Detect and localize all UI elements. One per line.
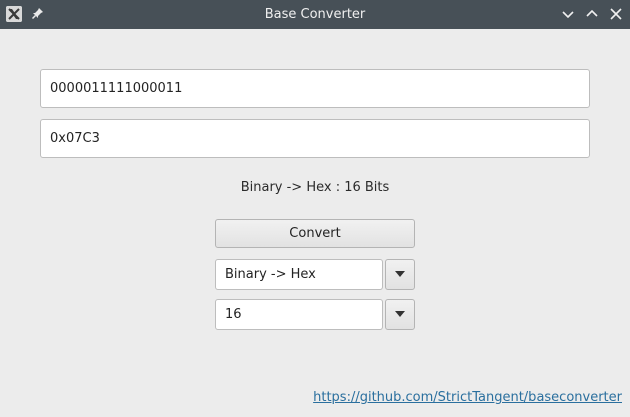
mode-dropdown-button[interactable] bbox=[385, 259, 415, 290]
binary-input[interactable]: 0000011111000011 bbox=[40, 69, 590, 108]
triangle-down-icon bbox=[395, 271, 405, 277]
mode-select[interactable]: Binary -> Hex bbox=[215, 259, 383, 290]
github-link[interactable]: https://github.com/StrictTangent/basecon… bbox=[313, 390, 622, 408]
window-title: Base Converter bbox=[264, 7, 366, 22]
close-icon bbox=[610, 8, 622, 20]
maximize-button[interactable] bbox=[585, 7, 599, 21]
hex-input[interactable]: 0x07C3 bbox=[40, 119, 590, 158]
close-button[interactable] bbox=[609, 7, 623, 21]
minimize-button[interactable] bbox=[561, 7, 575, 21]
chevron-down-icon bbox=[562, 11, 574, 19]
triangle-down-icon bbox=[395, 311, 405, 317]
conversion-info-label: Binary -> Hex : 16 Bits bbox=[240, 180, 390, 195]
bits-dropdown-button[interactable] bbox=[385, 299, 415, 330]
convert-button[interactable]: Convert bbox=[215, 219, 415, 248]
bits-select[interactable]: 16 bbox=[215, 299, 383, 330]
chevron-up-icon bbox=[586, 9, 598, 17]
title-bar[interactable]: Base Converter bbox=[0, 0, 630, 29]
